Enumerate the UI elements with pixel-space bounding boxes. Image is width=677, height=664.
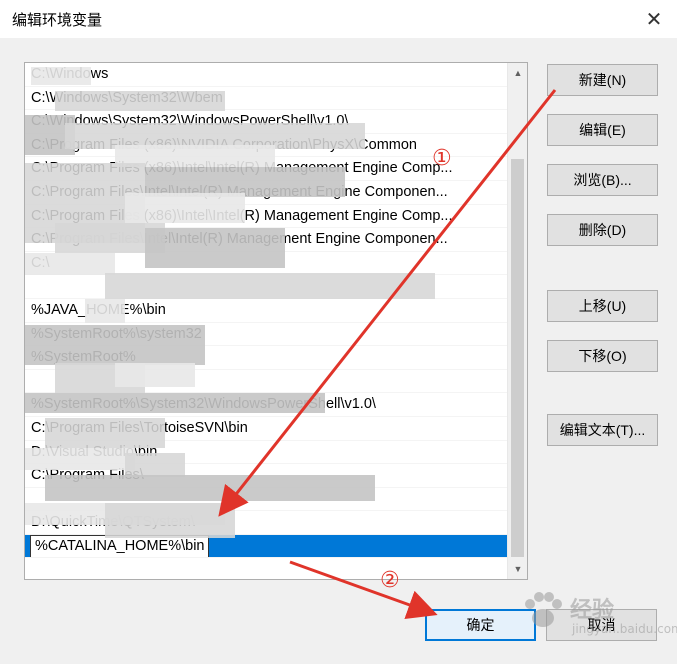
cancel-button[interactable]: 取消 <box>546 609 657 641</box>
list-item[interactable]: D:\QuickTime\QTSystem\ <box>25 511 508 535</box>
ok-button[interactable]: 确定 <box>425 609 536 641</box>
scroll-down-icon[interactable]: ▼ <box>508 559 527 579</box>
list-item[interactable]: C:\Windows\System32\WindowsPowerShell\v1… <box>25 110 508 134</box>
scroll-up-icon[interactable]: ▲ <box>508 63 527 83</box>
list-item[interactable]: C:\Program Files (x86)\Intel\Intel(R) Ma… <box>25 205 508 229</box>
list-item[interactable]: C:\Program Files\TortoiseSVN\bin <box>25 417 508 441</box>
close-icon[interactable]: ✕ <box>631 0 677 38</box>
list-item[interactable]: %SystemRoot%\system32 <box>25 323 508 347</box>
list-item[interactable]: D:\Visual Studio\bin <box>25 441 508 465</box>
list-item[interactable]: C:\ <box>25 252 508 276</box>
list-item[interactable] <box>25 370 508 394</box>
new-button[interactable]: 新建(N) <box>547 64 658 96</box>
step-2-marker: ② <box>380 568 400 593</box>
path-edit-input[interactable]: %CATALINA_HOME%\bin <box>30 534 210 558</box>
list-item[interactable] <box>25 488 508 512</box>
browse-button[interactable]: 浏览(B)... <box>547 164 658 196</box>
list-item[interactable]: C:\Program Files\Intel\Intel(R) Manageme… <box>25 228 508 252</box>
scroll-thumb[interactable] <box>511 159 524 557</box>
window-title: 编辑环境变量 <box>12 12 103 29</box>
move-up-button[interactable]: 上移(U) <box>547 290 658 322</box>
path-list[interactable]: C:\Windows C:\Windows\System32\Wbem C:\W… <box>24 62 528 580</box>
delete-button[interactable]: 删除(D) <box>547 214 658 246</box>
list-item[interactable]: C:\Windows\System32\Wbem <box>25 87 508 111</box>
list-item[interactable]: C:\Windows <box>25 63 508 87</box>
list-item[interactable]: %JAVA_HOME%\bin <box>25 299 508 323</box>
list-item-selected[interactable]: %CATALINA_HOME%\bin <box>25 534 508 559</box>
edit-button[interactable]: 编辑(E) <box>547 114 658 146</box>
list-item[interactable]: C:\Program Files\Intel\Intel(R) Manageme… <box>25 181 508 205</box>
list-item[interactable]: %SystemRoot% <box>25 346 508 370</box>
list-item[interactable] <box>25 275 508 299</box>
title-bar: 编辑环境变量 ✕ <box>0 0 677 38</box>
path-list-rows: C:\Windows C:\Windows\System32\Wbem C:\W… <box>25 63 508 559</box>
list-item[interactable]: %SystemRoot%\System32\WindowsPowerShell\… <box>25 393 508 417</box>
move-down-button[interactable]: 下移(O) <box>547 340 658 372</box>
vertical-scrollbar[interactable]: ▲ ▼ <box>507 63 527 579</box>
step-1-marker: ① <box>432 146 452 171</box>
list-item[interactable]: C:\Program Files\ <box>25 464 508 488</box>
edit-text-button[interactable]: 编辑文本(T)... <box>547 414 658 446</box>
